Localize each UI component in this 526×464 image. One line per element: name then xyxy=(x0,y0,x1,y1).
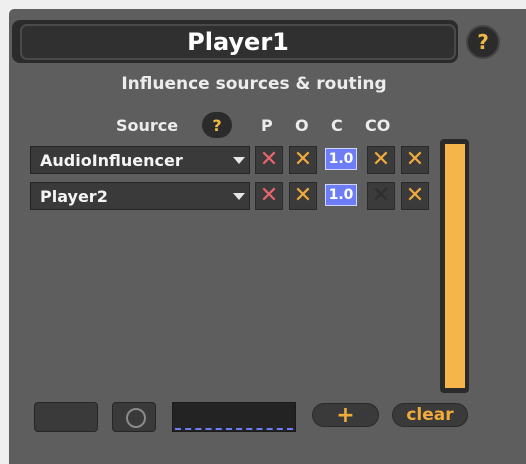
circle-icon xyxy=(126,408,146,428)
source-select-row-2[interactable]: Player2 xyxy=(30,182,250,210)
source-select-row-1[interactable]: AudioInfluencer xyxy=(30,146,250,174)
dashed-underline xyxy=(175,428,293,430)
add-button[interactable]: + xyxy=(312,403,379,428)
blank-button[interactable] xyxy=(34,402,98,432)
co-toggle-b-x-icon[interactable]: ✕ xyxy=(401,182,429,210)
o-toggle-x-icon[interactable]: ✕ xyxy=(289,146,317,174)
record-button[interactable] xyxy=(112,402,156,432)
co-toggle-b-x-icon[interactable]: ✕ xyxy=(401,146,429,174)
player-name-field[interactable]: Player1 xyxy=(20,24,456,60)
source-header: Source xyxy=(116,116,179,135)
help-icon[interactable]: ? xyxy=(466,25,500,59)
o-toggle-x-icon[interactable]: ✕ xyxy=(289,182,317,210)
p-toggle-x-icon[interactable]: ✕ xyxy=(255,182,283,210)
c-value-field[interactable]: 1.0 xyxy=(325,184,357,206)
chevron-down-icon xyxy=(233,193,245,200)
column-header-co: CO xyxy=(365,116,391,135)
column-header-o: O xyxy=(295,116,309,135)
co-toggle-a-x-icon[interactable]: ✕ xyxy=(367,182,395,210)
p-toggle-x-icon[interactable]: ✕ xyxy=(255,146,283,174)
c-value-field[interactable]: 1.0 xyxy=(325,148,357,170)
source-help-icon[interactable]: ? xyxy=(202,112,232,138)
chevron-down-icon xyxy=(233,157,245,164)
clear-button[interactable]: clear xyxy=(392,403,468,427)
level-meter-fill xyxy=(445,144,465,388)
source-select-value: AudioInfluencer xyxy=(40,150,183,170)
section-title: Influence sources & routing xyxy=(121,74,387,94)
column-header-c: C xyxy=(331,116,343,135)
number-input[interactable] xyxy=(172,402,296,432)
co-toggle-a-x-icon[interactable]: ✕ xyxy=(367,146,395,174)
column-header-p: P xyxy=(261,116,273,135)
source-select-value: Player2 xyxy=(40,186,108,206)
